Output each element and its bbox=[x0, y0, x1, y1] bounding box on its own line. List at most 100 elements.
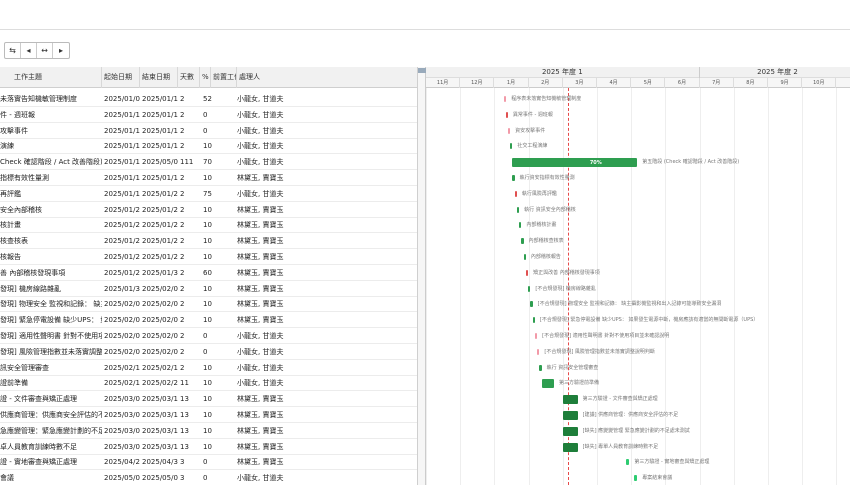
task-row[interactable]: 再評鑑 2025/01/192025/01/202 75 小龍女, 甘道夫 bbox=[0, 187, 417, 202]
task-bar-label: 內部稽核報告 bbox=[530, 254, 561, 260]
cell-assignee: 林黛玉, 賈寶玉 bbox=[237, 205, 284, 214]
task-bar[interactable] bbox=[530, 301, 533, 308]
task-row[interactable]: 發現] 適用性聲明書 針對不使用項目2025/02/062025/02/072 0… bbox=[0, 329, 417, 344]
task-row[interactable]: 件 - 週班報 2025/01/112025/01/122 0 小龍女, 甘道夫 bbox=[0, 108, 417, 123]
task-bar-label: 第三方驗證 - 文件審查與矯正處理 bbox=[582, 396, 658, 403]
task-bar[interactable] bbox=[534, 333, 538, 339]
task-row[interactable]: 安全內部稽核 2025/01/212025/01/222 10 林黛玉, 賈寶玉 bbox=[0, 203, 417, 218]
col-predecessor[interactable]: 前置工作 bbox=[211, 67, 237, 88]
cell-end-date: 2025/01/18 bbox=[142, 174, 178, 182]
cell-percent: 75 bbox=[203, 189, 212, 198]
cell-percent: 10 bbox=[203, 411, 212, 419]
task-row[interactable]: 演練 2025/01/152025/01/162 10 小龍女, 甘道夫 bbox=[0, 139, 417, 155]
cell-days: 2 bbox=[180, 237, 185, 246]
cell-task-name: 發現] 物理安全 監視和記錄： 缺主 bbox=[0, 300, 102, 309]
task-bar[interactable] bbox=[512, 158, 638, 168]
task-row[interactable]: 攻擊事件 2025/01/132025/01/142 0 小龍女, 甘道夫 bbox=[0, 124, 417, 139]
task-bar[interactable] bbox=[563, 395, 578, 405]
cell-assignee: 小龍女, 甘道夫 bbox=[237, 189, 284, 198]
task-row[interactable]: 發現] 風險管理指數並未落實調整說2025/02/082025/02/092 0 小… bbox=[0, 345, 417, 360]
task-row[interactable]: 證前準備 2025/02/122025/02/2211 10 小龍女, 甘道夫 bbox=[0, 376, 417, 392]
task-bar[interactable] bbox=[626, 459, 630, 466]
col-percent[interactable]: % bbox=[200, 67, 211, 88]
task-row[interactable]: 未落實告知機敏管理制度 2025/01/092025/01/102 52 小龍女, 甘… bbox=[0, 92, 417, 107]
task-row[interactable]: 發現] 緊急停電設備 缺少UPS： 如2025/02/042025/02/052… bbox=[0, 313, 417, 329]
task-row[interactable]: 核計畫 2025/01/232025/01/242 10 林黛玉, 賈寶玉 bbox=[0, 218, 417, 234]
col-start-date[interactable]: 起始日期 bbox=[102, 67, 140, 88]
task-bar[interactable] bbox=[521, 238, 524, 245]
task-bar-label: [缺失] 專單人員教育訓練時數不足 bbox=[582, 443, 659, 450]
month-gridline bbox=[802, 88, 804, 485]
task-bar[interactable] bbox=[505, 111, 508, 118]
prev-icon[interactable]: ◂ bbox=[21, 43, 37, 58]
task-bar[interactable] bbox=[525, 269, 529, 276]
task-row[interactable]: 發現] 機房線路雜亂 2025/01/312025/02/012 10 林黛玉, 賈寶… bbox=[0, 282, 417, 297]
task-row[interactable]: 善 內部稽核發現事項 2025/01/292025/01/302 60 林黛玉, 賈寶… bbox=[0, 266, 417, 281]
task-bar[interactable] bbox=[537, 348, 540, 355]
cell-percent: 0 bbox=[203, 474, 208, 483]
task-bar[interactable] bbox=[528, 285, 531, 292]
task-bar-label: [不合規發現] 機房線路雜亂 bbox=[535, 285, 596, 292]
cell-days: 3 bbox=[180, 474, 185, 483]
cell-start-date: 2025/01/23 bbox=[104, 221, 140, 230]
task-bar[interactable] bbox=[532, 317, 535, 324]
task-bar-label: [不合規發現] 物理安全 監視和記錄： 缺主攝影機監視和出入記錄可能導致安全漏洞 bbox=[537, 301, 722, 308]
cell-end-date: 2025/01/10 bbox=[142, 95, 178, 103]
expand-icon[interactable]: ↔ bbox=[37, 43, 53, 58]
task-bar[interactable] bbox=[507, 127, 511, 134]
task-bar[interactable] bbox=[516, 206, 520, 213]
task-row[interactable]: 卓人員教育訓練時數不足 2025/03/032025/03/1513 10 林黛玉, … bbox=[0, 440, 417, 455]
cell-days: 2 bbox=[180, 110, 185, 119]
task-bar[interactable] bbox=[514, 190, 517, 197]
task-bar[interactable] bbox=[503, 96, 507, 102]
task-bar[interactable] bbox=[539, 364, 542, 371]
indent-icon[interactable]: ⇆ bbox=[5, 43, 21, 58]
cell-days: 2 bbox=[180, 347, 185, 356]
col-days[interactable]: 天數 bbox=[178, 67, 200, 88]
task-row[interactable]: 供應商管理：供應商安全評估的不足2025/03/032025/03/1513 10… bbox=[0, 408, 417, 423]
cell-percent: 10 bbox=[203, 221, 212, 230]
cell-start-date: 2025/03/03 bbox=[104, 395, 140, 404]
task-row[interactable]: 急應變管理：緊急應變計劃的不足2025/03/032025/03/1513 10 林… bbox=[0, 424, 417, 439]
task-bar[interactable] bbox=[541, 379, 555, 389]
cell-start-date: 2025/01/17 bbox=[104, 158, 140, 167]
task-row[interactable]: 核查核表 2025/01/252025/01/262 10 林黛玉, 賈寶玉 bbox=[0, 234, 417, 250]
grid-header: 工作主題 起始日期 結束日期 天數 % 前置工作 處理人 bbox=[0, 67, 417, 88]
next-icon[interactable]: ▸ bbox=[53, 43, 69, 58]
task-row[interactable]: 核報告 2025/01/272025/01/282 10 林黛玉, 賈寶玉 bbox=[0, 250, 417, 265]
task-bar[interactable] bbox=[519, 222, 522, 229]
cell-end-date: 2025/01/26 bbox=[142, 237, 178, 246]
task-bar-label: [不合規發現] 適用性聲明書 針對不使用項目並未確認說明 bbox=[542, 333, 670, 339]
cell-task-name: 會議 bbox=[0, 474, 14, 483]
cell-percent: 10 bbox=[203, 379, 212, 388]
cell-assignee: 小龍女, 甘道夫 bbox=[237, 142, 284, 151]
task-bar[interactable] bbox=[523, 254, 526, 260]
cell-end-date: 2025/02/22 bbox=[142, 379, 178, 388]
task-row[interactable]: 證 - 實地審查與矯正處理 2025/04/282025/04/303 0 林黛玉, … bbox=[0, 455, 417, 471]
cell-start-date: 2025/01/19 bbox=[104, 189, 140, 198]
task-row[interactable]: 證 - 文件審查與矯正處理 2025/03/032025/03/1513 10 林黛玉… bbox=[0, 392, 417, 408]
task-row[interactable]: Check 確認階段 / Act 改善階段)2025/01/172025/05/… bbox=[0, 155, 417, 171]
col-end-date[interactable]: 結束日期 bbox=[140, 67, 178, 88]
task-bar[interactable] bbox=[633, 475, 638, 482]
task-row[interactable]: 發現] 物理安全 監視和記錄： 缺主2025/02/022025/02/032 1… bbox=[0, 297, 417, 313]
task-bar[interactable] bbox=[563, 442, 578, 452]
task-bar-label: 第三方驗證 - 實地審查與矯正處理 bbox=[634, 459, 710, 466]
month-gridline bbox=[631, 88, 633, 485]
col-task-name[interactable]: 工作主題 bbox=[0, 67, 102, 88]
task-bar[interactable] bbox=[510, 143, 513, 150]
pane-splitter[interactable] bbox=[418, 67, 426, 485]
task-row[interactable]: 會議 2025/05/052025/05/073 0 小龍女, 甘道夫 bbox=[0, 471, 417, 485]
cell-end-date: 2025/01/24 bbox=[142, 221, 178, 230]
cell-percent: 10 bbox=[203, 316, 212, 325]
col-assignee[interactable]: 處理人 bbox=[237, 67, 417, 88]
task-row[interactable]: 指標有效性量測 2025/01/172025/01/182 10 林黛玉, 賈寶玉 bbox=[0, 171, 417, 186]
task-bar[interactable] bbox=[563, 426, 578, 436]
task-bar[interactable] bbox=[563, 411, 578, 420]
task-row[interactable]: 訊安全管理審查 2025/02/102025/02/112 10 小龍女, 甘道夫 bbox=[0, 361, 417, 376]
cell-end-date: 2025/01/22 bbox=[142, 205, 178, 214]
task-bar[interactable] bbox=[512, 175, 515, 181]
cell-task-name: 卓人員教育訓練時數不足 bbox=[0, 442, 77, 451]
cell-assignee: 林黛玉, 賈寶玉 bbox=[237, 300, 284, 309]
cell-days: 2 bbox=[180, 300, 185, 309]
